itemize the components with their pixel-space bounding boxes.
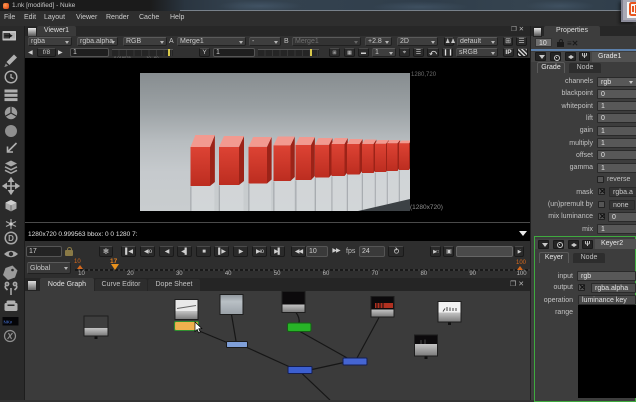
svg-text:D: D xyxy=(8,234,14,243)
svg-text:NKv: NKv xyxy=(4,320,13,325)
